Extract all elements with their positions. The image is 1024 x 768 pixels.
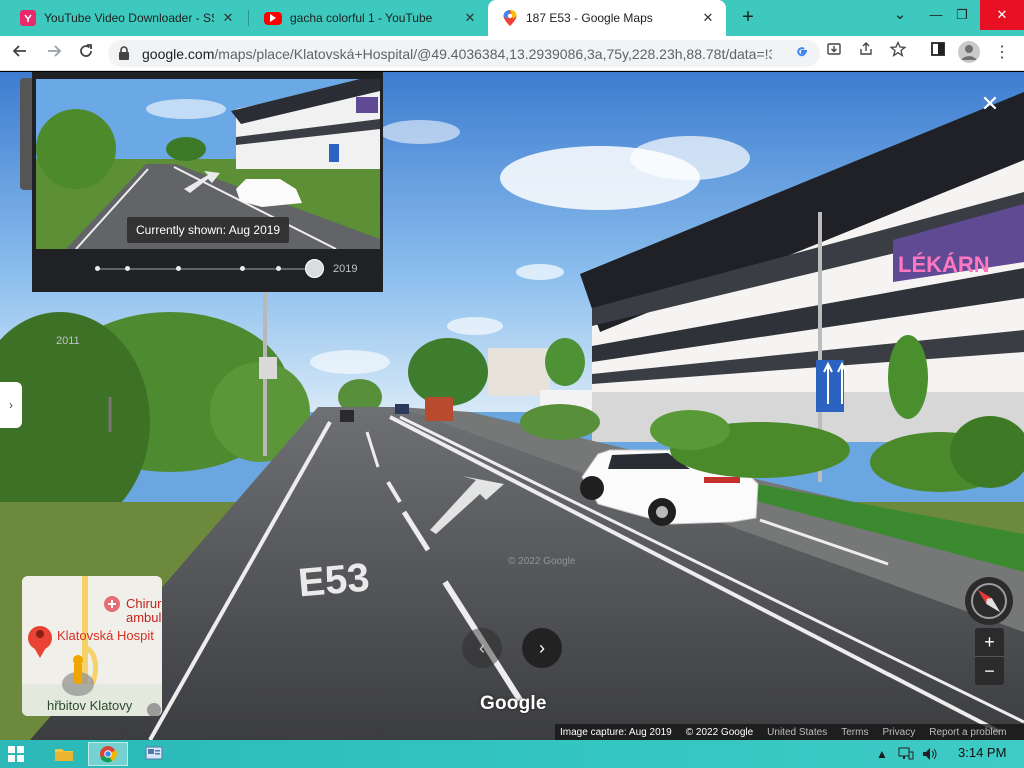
timeline-dot[interactable] — [176, 266, 181, 271]
tab-google-maps[interactable]: 187 E53 - Google Maps ✕ — [488, 0, 726, 36]
bookmark-star-icon[interactable] — [886, 40, 910, 65]
terms-link[interactable]: Terms — [841, 727, 868, 738]
tab-youtube[interactable]: gacha colorful 1 - YouTube ✕ — [250, 0, 488, 36]
lock-icon[interactable] — [118, 46, 132, 60]
install-icon[interactable] — [822, 41, 846, 65]
close-tab-icon[interactable]: ✕ — [220, 10, 236, 26]
url-host: google.com — [142, 46, 215, 62]
minimap[interactable]: Chirur ambul Klatovská Hospit hřbitov Kl… — [22, 576, 162, 716]
map-label-cemetery: hřbitov Klatovy — [47, 698, 133, 713]
map-label-clinic: Chirur — [126, 596, 162, 611]
tab-search-button[interactable]: ⌄ — [882, 0, 918, 30]
url-text[interactable]: google.com/maps/place/Klatovská+Hospital… — [142, 46, 772, 62]
timeline-dot[interactable] — [125, 266, 130, 271]
volume-icon[interactable] — [922, 747, 938, 764]
attribution-bar: Image capture: Aug 2019 © 2022 Google Un… — [555, 724, 1024, 740]
report-problem-link[interactable]: Report a problem — [929, 727, 1006, 738]
close-street-view-button[interactable]: ✕ — [978, 92, 1002, 116]
tab-separator — [248, 10, 249, 26]
google-logo: Google — [480, 693, 547, 714]
timeline-dot[interactable] — [240, 266, 245, 271]
windows-taskbar: ▲ 3:14 PM — [0, 740, 1024, 768]
profile-icon[interactable] — [958, 41, 980, 63]
browser-toolbar: google.com/maps/place/Klatovská+Hospital… — [0, 36, 1024, 71]
building-sign: LÉKÁRN — [898, 252, 990, 277]
share-icon[interactable] — [854, 41, 878, 65]
tab-youtube-downloader[interactable]: YouTube Video Downloader - SS ✕ — [6, 0, 246, 36]
close-tab-icon[interactable]: ✕ — [700, 10, 716, 26]
reload-icon[interactable] — [74, 41, 98, 65]
restore-button[interactable]: ❐ — [944, 0, 980, 30]
timeline-dot[interactable] — [276, 266, 281, 271]
tab-strip: YouTube Video Downloader - SS ✕ gacha co… — [0, 0, 1024, 36]
tab-title: 187 E53 - Google Maps — [526, 11, 653, 25]
zoom-in-button[interactable]: + — [975, 628, 1004, 656]
timeline-start-year: 2011 — [56, 335, 80, 347]
new-tab-button[interactable]: + — [736, 6, 760, 30]
map-label-hospital: Klatovská Hospit — [57, 628, 154, 643]
tab-title: YouTube Video Downloader - SS — [44, 11, 214, 25]
google-lens-icon[interactable] — [792, 44, 812, 64]
zoom-control: + − — [975, 628, 1004, 685]
country-link[interactable]: United States — [767, 727, 827, 738]
ssyoutube-icon — [20, 10, 36, 26]
road-marking: E53 — [296, 555, 371, 605]
youtube-icon — [264, 11, 282, 25]
timeline-end-year: 2019 — [333, 263, 358, 275]
next-arrow-button[interactable]: › — [522, 628, 562, 668]
file-explorer-icon[interactable] — [44, 742, 84, 766]
menu-icon[interactable]: ⋮ — [990, 41, 1014, 65]
close-tab-icon[interactable]: ✕ — [462, 10, 478, 26]
compass-icon[interactable] — [965, 577, 1013, 625]
imagery-watermark: © 2022 Google — [508, 556, 576, 567]
url-path: /maps/place/Klatovská+Hospital/@49.40363… — [214, 46, 772, 62]
tab-title: gacha colorful 1 - YouTube — [290, 11, 433, 25]
zoom-out-button[interactable]: − — [975, 657, 1004, 685]
copyright-text: © 2022 Google — [685, 726, 754, 738]
taskbar-clock[interactable]: 3:14 PM — [958, 745, 1006, 760]
chrome-icon[interactable] — [88, 742, 128, 766]
timeline-dot[interactable] — [95, 266, 100, 271]
currently-shown-tooltip: Currently shown: Aug 2019 — [127, 217, 290, 243]
timeline-slider-knob[interactable] — [305, 259, 324, 278]
map-label-clinic-2: ambul — [126, 610, 162, 625]
privacy-link[interactable]: Privacy — [882, 727, 915, 738]
window-close-button[interactable]: ✕ — [980, 0, 1024, 30]
address-bar[interactable]: google.com/maps/place/Klatovská+Hospital… — [108, 40, 820, 67]
windows-start-icon[interactable] — [8, 746, 24, 762]
tray-overflow-icon[interactable]: ▲ — [876, 747, 888, 761]
back-icon[interactable] — [8, 41, 32, 65]
expand-side-panel-button[interactable]: › — [0, 382, 22, 428]
side-panel-icon[interactable] — [926, 41, 950, 65]
control-panel-icon[interactable] — [134, 742, 174, 766]
previous-arrow-button[interactable]: ‹ — [462, 628, 502, 668]
image-capture-date: Image capture: Aug 2019 — [560, 726, 672, 738]
google-maps-icon — [502, 10, 518, 26]
time-travel-panel: 2011 2019 — [32, 72, 383, 347]
network-icon[interactable] — [898, 747, 914, 764]
forward-icon[interactable] — [42, 41, 66, 65]
